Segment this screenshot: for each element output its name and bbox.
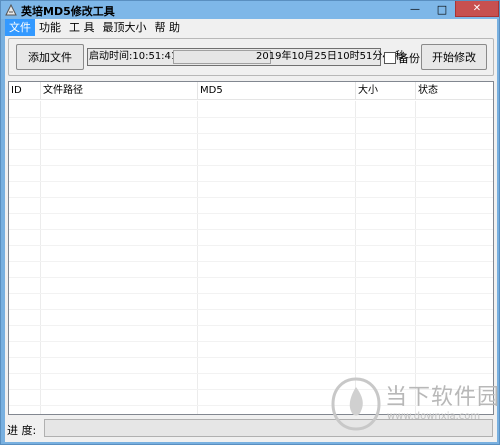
menu-bar: 文件 功能 工 具 最顶大小 帮 助 xyxy=(5,19,497,36)
backup-checkbox-wrap[interactable]: 备份 xyxy=(384,50,420,66)
window-title: 英培MD5修改工具 xyxy=(21,5,115,18)
grid-row-line xyxy=(9,245,493,246)
current-datetime-text: 2019年10月25日10时51分42秒 xyxy=(256,51,406,62)
grid-row-line xyxy=(9,293,493,294)
grid-row-line xyxy=(9,341,493,342)
close-icon: ✕ xyxy=(472,3,482,14)
watermark: 当下软件园 www.downxia.com xyxy=(329,371,499,443)
column-header-path[interactable]: 文件路径 xyxy=(41,82,198,100)
grid-row-line xyxy=(9,181,493,182)
list-header: ID 文件路径 MD5 大小 状态 xyxy=(9,82,493,100)
watermark-logo-icon xyxy=(331,377,381,431)
title-bar[interactable]: 英培MD5修改工具 — □ ✕ xyxy=(1,1,499,19)
grid-row-line xyxy=(9,229,493,230)
grid-row-line xyxy=(9,213,493,214)
progress-label: 进 度: xyxy=(7,424,37,437)
app-window: 英培MD5修改工具 — □ ✕ 文件 功能 工 具 最顶大小 帮 助 添加文件 … xyxy=(0,0,500,445)
column-header-size[interactable]: 大小 xyxy=(356,82,416,100)
maximize-button[interactable]: □ xyxy=(429,1,455,17)
menu-tools[interactable]: 工 具 xyxy=(65,19,99,36)
app-icon xyxy=(5,3,17,16)
grid-row-line xyxy=(9,197,493,198)
grid-row-line xyxy=(9,149,493,150)
maximize-icon: □ xyxy=(436,2,448,16)
grid-row-line xyxy=(9,357,493,358)
backup-label: 备份 xyxy=(398,52,420,65)
grid-row-line xyxy=(9,133,493,134)
close-button[interactable]: ✕ xyxy=(455,1,499,17)
time-status-frame: 启动时间:10:51:41 2019年10月25日10时51分42秒 xyxy=(87,48,405,66)
start-modify-button[interactable]: 开始修改 xyxy=(421,44,487,70)
minimize-button[interactable]: — xyxy=(401,1,429,17)
grid-row-line xyxy=(9,309,493,310)
grid-row-line xyxy=(9,117,493,118)
menu-file[interactable]: 文件 xyxy=(5,19,35,36)
menu-help[interactable]: 帮 助 xyxy=(151,19,185,36)
watermark-text: 当下软件园 xyxy=(385,385,500,410)
column-header-id[interactable]: ID xyxy=(9,82,41,100)
toolbar-panel: 添加文件 启动时间:10:51:41 2019年10月25日10时51分42秒 … xyxy=(8,38,494,76)
start-time-text: 启动时间:10:51:41 xyxy=(89,51,178,62)
minimize-icon: — xyxy=(410,3,420,15)
menu-topmost-size[interactable]: 最顶大小 xyxy=(99,19,151,36)
column-header-status[interactable]: 状态 xyxy=(416,82,493,100)
grid-row-line xyxy=(9,277,493,278)
watermark-url: www.downxia.com xyxy=(387,411,481,422)
grid-row-line xyxy=(9,165,493,166)
add-file-button[interactable]: 添加文件 xyxy=(16,44,84,70)
list-grid xyxy=(9,101,493,414)
column-header-md5[interactable]: MD5 xyxy=(198,82,356,100)
file-list[interactable]: ID 文件路径 MD5 大小 状态 xyxy=(8,81,494,415)
backup-checkbox[interactable] xyxy=(384,52,396,64)
menu-function[interactable]: 功能 xyxy=(35,19,65,36)
grid-row-line xyxy=(9,261,493,262)
grid-row-line xyxy=(9,325,493,326)
